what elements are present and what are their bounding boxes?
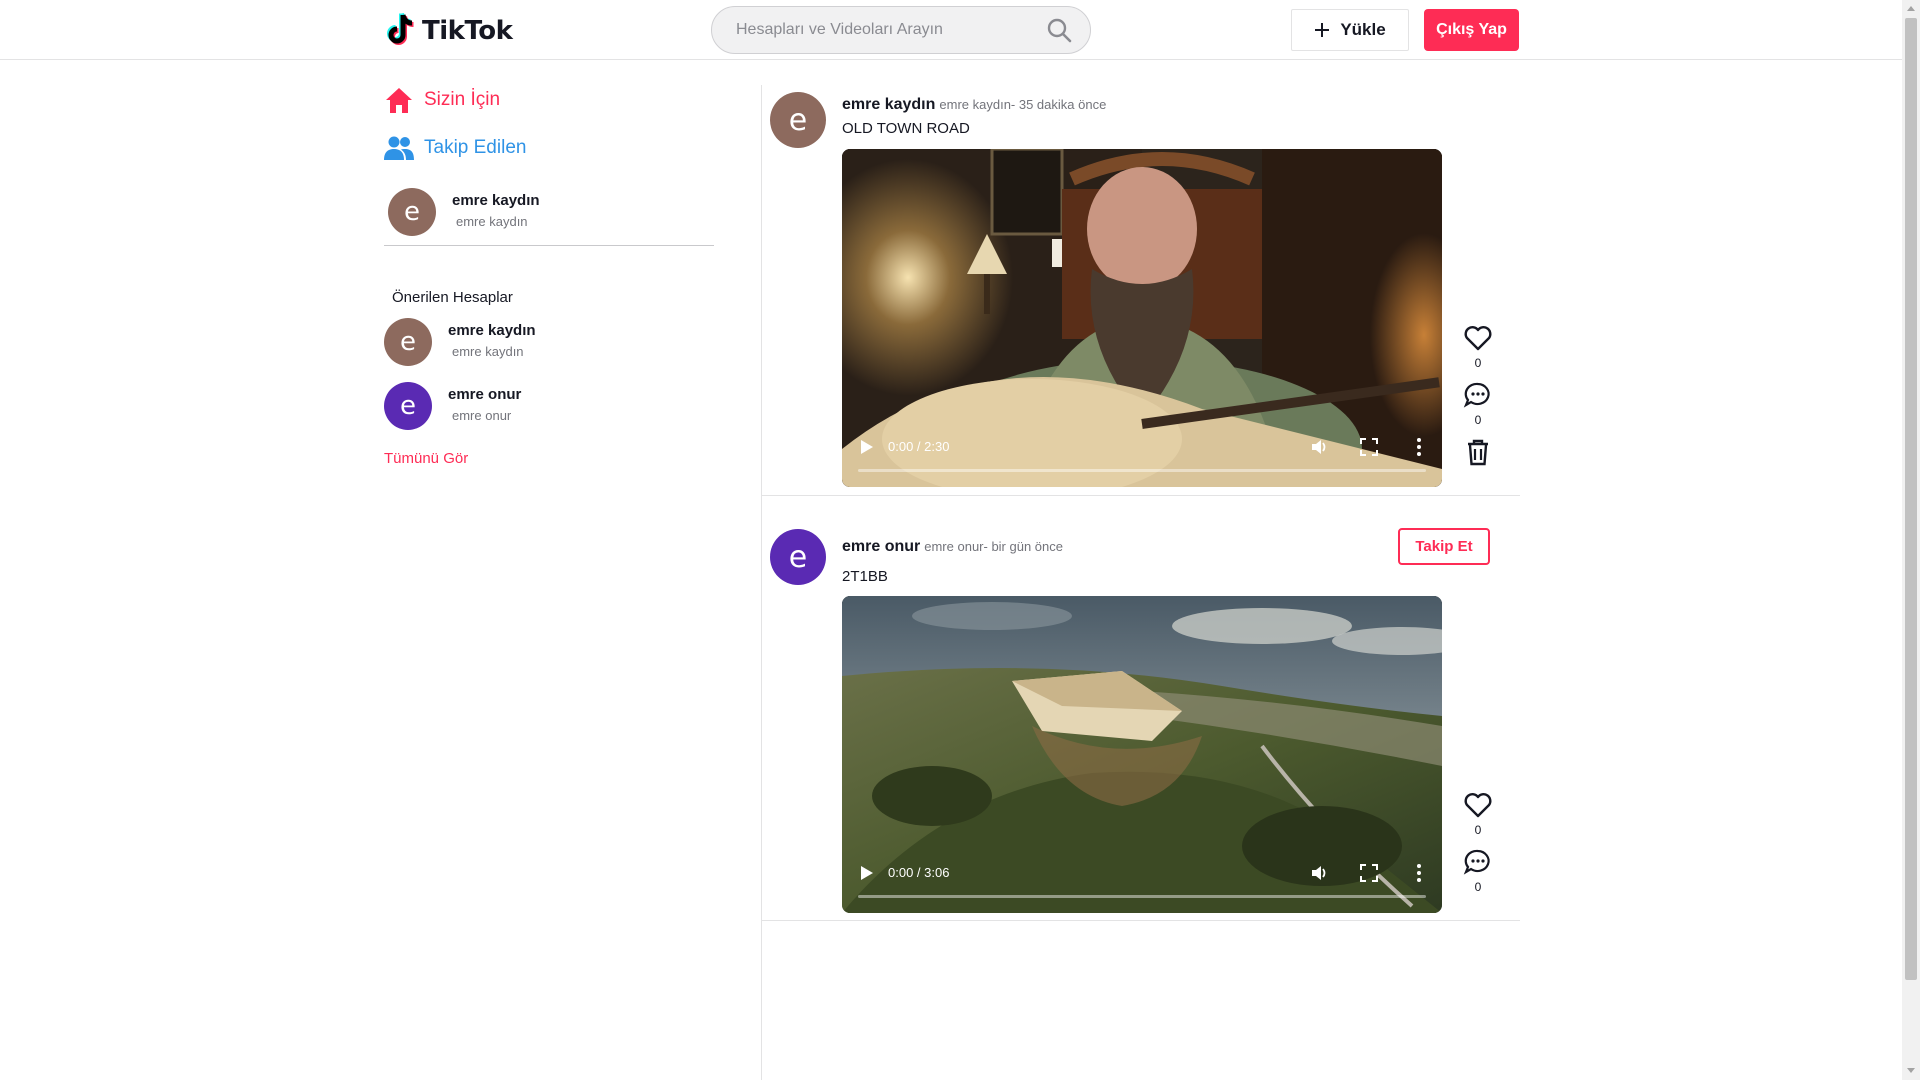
video-progress-bar[interactable]	[858, 895, 1426, 898]
tiktok-note-icon	[387, 13, 414, 45]
post-separator	[762, 920, 1520, 921]
volume-icon[interactable]	[1310, 437, 1330, 457]
post-meta: emre onur- bir gün önce	[924, 539, 1063, 554]
fullscreen-icon[interactable]	[1360, 864, 1378, 882]
follow-button[interactable]: Takip Et	[1398, 528, 1490, 565]
comment-icon[interactable]	[1463, 847, 1493, 877]
suggested-account-name: emre onur	[448, 386, 522, 403]
video-controls: 0:00 / 2:30	[842, 427, 1442, 487]
suggested-account[interactable]: e emre onur emre onur	[384, 382, 714, 432]
users-icon	[384, 136, 414, 160]
nav-for-you[interactable]: Sizin İçin	[384, 82, 500, 118]
post-separator	[762, 495, 1520, 496]
video-time: 0:00 / 2:30	[888, 439, 950, 454]
upload-label: Yükle	[1340, 20, 1386, 39]
current-user-handle: emre kaydın	[456, 214, 528, 229]
more-options-icon[interactable]	[1416, 437, 1422, 457]
suggested-account-handle: emre onur	[452, 408, 512, 423]
tiktok-logo[interactable]: TikTok	[384, 12, 513, 50]
video-post: e emre onur emre onur- bir gün önce Taki…	[762, 527, 1520, 921]
comment-count: 0	[1474, 880, 1482, 894]
top-header: TikTok Yükle Çıkış Yap	[0, 0, 1902, 60]
video-post: e emre kaydın emre kaydın- 35 dakika önc…	[762, 85, 1520, 496]
like-count: 0	[1474, 356, 1482, 370]
avatar: e	[388, 188, 436, 236]
post-actions: 0 0	[1452, 323, 1504, 467]
video-player[interactable]: 0:00 / 2:30	[842, 149, 1442, 487]
current-user-name: emre kaydın	[452, 192, 540, 209]
scroll-down-arrow-icon[interactable]	[1907, 1068, 1915, 1073]
search-icon[interactable]	[1046, 17, 1072, 43]
like-count: 0	[1474, 823, 1482, 837]
plus-icon	[1315, 23, 1330, 37]
comment-icon[interactable]	[1463, 380, 1493, 410]
video-controls: 0:00 / 3:06	[842, 853, 1442, 913]
search-bar	[711, 6, 1091, 54]
video-time: 0:00 / 3:06	[888, 865, 950, 880]
see-all-link[interactable]: Tümünü Gör	[384, 450, 468, 467]
nav-following[interactable]: Takip Edilen	[384, 130, 526, 166]
video-progress-bar[interactable]	[858, 469, 1426, 472]
more-options-icon[interactable]	[1416, 863, 1422, 883]
nav-following-label: Takip Edilen	[424, 137, 527, 158]
current-user-card[interactable]: e emre kaydın emre kaydın	[388, 188, 714, 246]
logo-text: TikTok	[422, 16, 513, 46]
comment-count: 0	[1474, 413, 1482, 427]
post-header: emre kaydın emre kaydın- 35 dakika önce	[842, 96, 1106, 114]
suggested-account-handle: emre kaydın	[452, 344, 524, 359]
fullscreen-icon[interactable]	[1360, 438, 1378, 456]
suggested-account-name: emre kaydın	[448, 322, 536, 339]
post-actions: 0 0	[1452, 790, 1504, 904]
heart-icon[interactable]	[1463, 790, 1493, 820]
play-icon[interactable]	[860, 439, 874, 455]
scrollbar-thumb[interactable]	[1905, 18, 1917, 980]
nav-for-you-label: Sizin İçin	[424, 89, 501, 110]
suggested-account[interactable]: e emre kaydın emre kaydın	[384, 318, 714, 368]
sidebar-divider	[384, 245, 714, 246]
search-input[interactable]	[736, 7, 1036, 53]
video-player[interactable]: 0:00 / 3:06	[842, 596, 1442, 913]
post-author-name[interactable]: emre kaydın	[842, 96, 935, 114]
home-icon	[386, 88, 412, 113]
post-author-avatar[interactable]: e	[770, 529, 826, 585]
suggested-accounts-title: Önerilen Hesaplar	[392, 289, 513, 306]
post-author-avatar[interactable]: e	[770, 92, 826, 148]
page-scrollbar[interactable]	[1902, 0, 1920, 1080]
heart-icon[interactable]	[1463, 323, 1493, 353]
post-caption: OLD TOWN ROAD	[842, 120, 970, 137]
volume-icon[interactable]	[1310, 863, 1330, 883]
avatar: e	[384, 318, 432, 366]
avatar: e	[384, 382, 432, 430]
post-caption: 2T1BB	[842, 568, 888, 585]
post-meta: emre kaydın- 35 dakika önce	[939, 97, 1107, 112]
logout-button[interactable]: Çıkış Yap	[1424, 9, 1519, 51]
scroll-up-arrow-icon[interactable]	[1907, 6, 1915, 11]
upload-button[interactable]: Yükle	[1291, 9, 1409, 51]
post-author-name[interactable]: emre onur	[842, 538, 920, 556]
trash-icon[interactable]	[1463, 437, 1493, 467]
post-header: emre onur emre onur- bir gün önce	[842, 538, 1063, 556]
play-icon[interactable]	[860, 865, 874, 881]
